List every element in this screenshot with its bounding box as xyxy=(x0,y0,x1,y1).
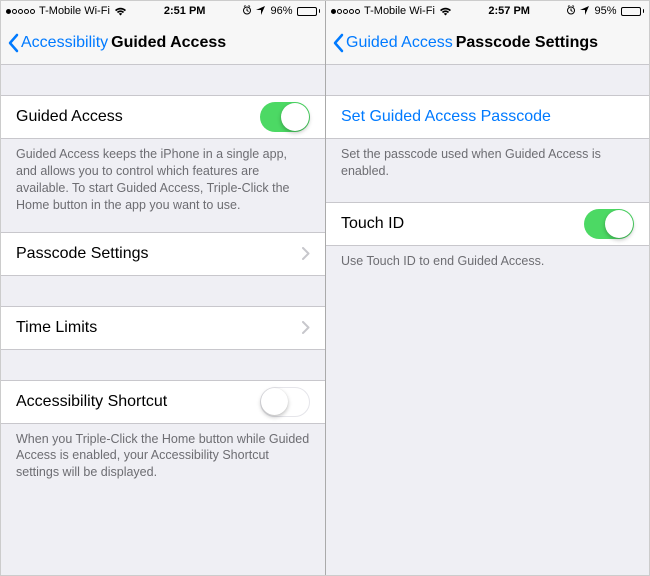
touch-id-row: Touch ID xyxy=(326,202,649,246)
guided-access-row: Guided Access xyxy=(1,95,325,139)
touch-id-footer: Use Touch ID to end Guided Access. xyxy=(326,246,649,278)
set-passcode-label: Set Guided Access Passcode xyxy=(341,108,634,126)
touch-id-toggle[interactable] xyxy=(584,209,634,239)
page-title: Guided Access xyxy=(111,34,226,52)
signal-dots-icon xyxy=(6,9,35,14)
location-icon xyxy=(256,5,266,18)
screen-guided-access: T-Mobile Wi-Fi 2:51 PM 96% Accessibility xyxy=(1,1,325,575)
content-scroll[interactable]: Guided Access Guided Access keeps the iP… xyxy=(1,65,325,575)
signal-dots-icon xyxy=(331,9,360,14)
back-label: Accessibility xyxy=(21,34,108,52)
chevron-right-icon xyxy=(302,321,310,334)
alarm-icon xyxy=(242,5,252,18)
guided-access-footer: Guided Access keeps the iPhone in a sing… xyxy=(1,139,325,222)
back-label: Guided Access xyxy=(346,34,453,52)
accessibility-shortcut-row: Accessibility Shortcut xyxy=(1,380,325,424)
time-limits-row[interactable]: Time Limits xyxy=(1,306,325,350)
nav-bar: Accessibility Guided Access xyxy=(1,21,325,65)
screen-passcode-settings: T-Mobile Wi-Fi 2:57 PM 95% Guided Access xyxy=(325,1,649,575)
wifi-icon xyxy=(439,7,452,16)
accessibility-shortcut-label: Accessibility Shortcut xyxy=(16,393,260,411)
touch-id-label: Touch ID xyxy=(341,215,584,233)
time-limits-label: Time Limits xyxy=(16,319,302,337)
carrier-label: T-Mobile Wi-Fi xyxy=(39,5,110,17)
back-button[interactable]: Guided Access xyxy=(326,33,453,53)
chevron-right-icon xyxy=(302,247,310,260)
set-passcode-row[interactable]: Set Guided Access Passcode xyxy=(326,95,649,139)
page-title: Passcode Settings xyxy=(456,34,598,52)
content-scroll[interactable]: Set Guided Access Passcode Set the passc… xyxy=(326,65,649,575)
nav-bar: Guided Access Passcode Settings xyxy=(326,21,649,65)
battery-pct-label: 95% xyxy=(594,5,616,17)
chevron-left-icon xyxy=(332,33,344,53)
battery-icon xyxy=(297,7,321,16)
battery-pct-label: 96% xyxy=(270,5,292,17)
location-icon xyxy=(580,5,590,18)
guided-access-label: Guided Access xyxy=(16,108,260,126)
guided-access-toggle[interactable] xyxy=(260,102,310,132)
accessibility-shortcut-toggle[interactable] xyxy=(260,387,310,417)
status-bar: T-Mobile Wi-Fi 2:57 PM 95% xyxy=(326,1,649,21)
alarm-icon xyxy=(566,5,576,18)
clock-label: 2:51 PM xyxy=(164,5,206,17)
wifi-icon xyxy=(114,7,127,16)
accessibility-shortcut-footer: When you Triple-Click the Home button wh… xyxy=(1,424,325,490)
chevron-left-icon xyxy=(7,33,19,53)
status-bar: T-Mobile Wi-Fi 2:51 PM 96% xyxy=(1,1,325,21)
clock-label: 2:57 PM xyxy=(488,5,530,17)
passcode-settings-label: Passcode Settings xyxy=(16,245,302,263)
passcode-settings-row[interactable]: Passcode Settings xyxy=(1,232,325,276)
set-passcode-footer: Set the passcode used when Guided Access… xyxy=(326,139,649,188)
back-button[interactable]: Accessibility xyxy=(1,33,108,53)
carrier-label: T-Mobile Wi-Fi xyxy=(364,5,435,17)
battery-icon xyxy=(621,7,645,16)
